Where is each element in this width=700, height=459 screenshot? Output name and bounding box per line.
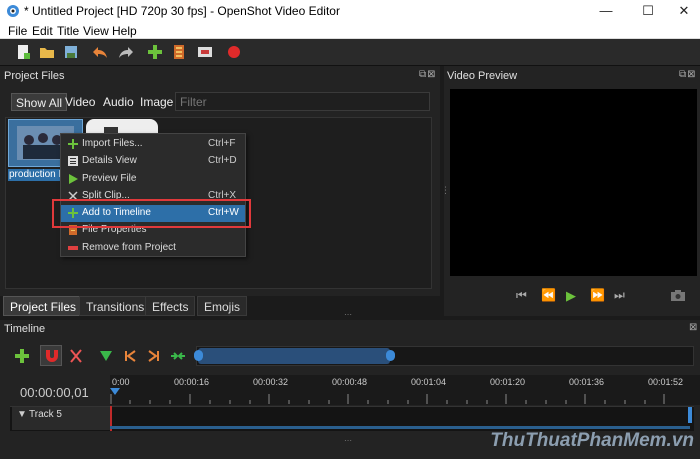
details-icon	[68, 156, 78, 166]
ruler-tick-label: 00:01:36	[569, 377, 605, 387]
track-name: Track 5	[29, 409, 62, 420]
filter-tab-show-all[interactable]: Show All	[11, 93, 68, 111]
menu-help[interactable]: Help	[112, 24, 137, 38]
zoom-slider-right-handle[interactable]	[386, 350, 395, 361]
track-header[interactable]: ▼ Track 5	[12, 407, 110, 430]
import-files-icon[interactable]	[147, 44, 163, 60]
menu-item-remove-from-project[interactable]: Remove from Project	[61, 240, 245, 257]
menu-edit[interactable]: Edit	[32, 24, 53, 38]
timeline-dock-button[interactable]: ⊠	[689, 322, 698, 333]
window-title: * Untitled Project [HD 720p 30 fps] - Op…	[24, 4, 340, 18]
menu-item-label: Remove from Project	[82, 242, 176, 253]
play-icon	[69, 174, 78, 184]
tab-effects[interactable]: Effects	[145, 296, 196, 316]
save-project-icon[interactable]	[63, 44, 79, 60]
menu-item-label: Details View	[82, 155, 137, 166]
watermark-text: ThuThuatPhanMem.vn	[490, 430, 694, 451]
title-bar: * Untitled Project [HD 720p 30 fps] - Op…	[0, 0, 700, 22]
jump-end-button[interactable]: ⏭	[614, 288, 625, 303]
project-files-title: Project Files	[4, 70, 65, 82]
new-project-icon[interactable]	[15, 44, 31, 60]
video-preview-title: Video Preview	[447, 70, 518, 82]
menu-item-preview-file[interactable]: Preview File	[61, 171, 245, 188]
track-collapse-icon[interactable]: ▼	[17, 409, 27, 420]
camera-icon[interactable]	[671, 290, 685, 301]
fast-forward-button[interactable]: ⏩	[590, 288, 605, 302]
previous-marker-icon[interactable]	[122, 348, 138, 364]
menu-view[interactable]: View	[83, 24, 109, 38]
splitter-dots[interactable]: ⋯	[344, 310, 352, 319]
filter-tab-image[interactable]: Image	[136, 93, 177, 111]
rewind-button[interactable]: ⏪	[541, 288, 556, 302]
openshot-logo-icon	[7, 5, 19, 17]
timecode-display: 00:00:00,01	[20, 385, 89, 400]
timeline-scrollbar[interactable]	[110, 426, 690, 429]
tab-emojis[interactable]: Emojis	[197, 296, 248, 316]
menu-item-label: Import Files...	[82, 138, 143, 149]
record-icon[interactable]	[226, 44, 242, 60]
zoom-slider-range[interactable]	[198, 348, 390, 364]
redo-icon[interactable]	[118, 44, 134, 60]
jump-start-button[interactable]: ⏮	[516, 288, 527, 303]
maximize-button[interactable]: ☐	[632, 0, 664, 22]
menu-item-import-files[interactable]: Import Files... Ctrl+F	[61, 136, 245, 153]
menu-item-shortcut: Ctrl+D	[208, 155, 237, 166]
thumbnail-label: production I	[8, 169, 64, 181]
plus-icon	[68, 139, 78, 149]
context-menu: Import Files... Ctrl+F Details View Ctrl…	[60, 133, 246, 257]
add-marker-icon[interactable]	[98, 348, 114, 364]
filter-tab-video[interactable]: Video	[61, 93, 99, 111]
filter-tab-audio[interactable]: Audio	[99, 93, 138, 111]
magnet-icon	[46, 350, 58, 362]
play-button[interactable]: ▶	[566, 288, 576, 304]
add-track-icon[interactable]	[14, 348, 30, 364]
export-film-icon[interactable]	[197, 44, 213, 60]
menu-item-details-view[interactable]: Details View Ctrl+D	[61, 153, 245, 170]
open-project-icon[interactable]	[39, 44, 55, 60]
next-marker-icon[interactable]	[146, 348, 162, 364]
menu-title[interactable]: Title	[57, 24, 79, 38]
center-playhead-icon[interactable]	[170, 348, 186, 364]
playhead-icon[interactable]	[109, 388, 121, 400]
video-screen	[450, 89, 697, 276]
timeline-vertical-scrollbar[interactable]	[688, 407, 692, 423]
menu-bar: File Edit Title View Help	[0, 22, 700, 39]
ruler-tick-label: 00:01:52	[648, 377, 684, 387]
video-preview-dock-buttons[interactable]: ⧉⊠	[679, 69, 697, 80]
menu-item-shortcut: Ctrl+F	[208, 138, 236, 149]
remove-icon	[68, 246, 78, 250]
ruler-ticks	[110, 394, 665, 404]
ruler-tick-label: 00:00:32	[253, 377, 289, 387]
tab-project-files[interactable]: Project Files	[3, 296, 84, 316]
splitter-handle[interactable]: ⋮	[441, 185, 450, 196]
undo-icon[interactable]	[92, 44, 108, 60]
highlight-annotation-box	[52, 199, 251, 228]
profile-icon[interactable]	[171, 44, 187, 60]
ruler-tick-label: 00:00:48	[332, 377, 368, 387]
ruler-tick-label: 00:01:04	[411, 377, 447, 387]
tab-transitions[interactable]: Transitions	[79, 296, 152, 316]
timeline-splitter-dots[interactable]: ⋯	[344, 436, 352, 445]
main-toolbar	[0, 39, 700, 66]
ruler-tick-label: 0:00	[112, 377, 130, 387]
menu-item-label: Preview File	[82, 173, 137, 184]
project-files-dock-buttons[interactable]: ⧉⊠	[419, 69, 437, 80]
razor-icon[interactable]	[68, 348, 84, 364]
close-button[interactable]: ✕	[668, 0, 700, 22]
minimize-button[interactable]: —	[590, 0, 622, 22]
ruler-tick-label: 00:00:16	[174, 377, 210, 387]
timeline-title: Timeline	[4, 323, 46, 335]
ruler-tick-label: 00:01:20	[490, 377, 526, 387]
zoom-slider-left-handle[interactable]	[194, 350, 203, 361]
filter-input[interactable]	[175, 92, 430, 111]
menu-file[interactable]: File	[8, 24, 27, 38]
snap-toggle[interactable]	[40, 345, 62, 366]
